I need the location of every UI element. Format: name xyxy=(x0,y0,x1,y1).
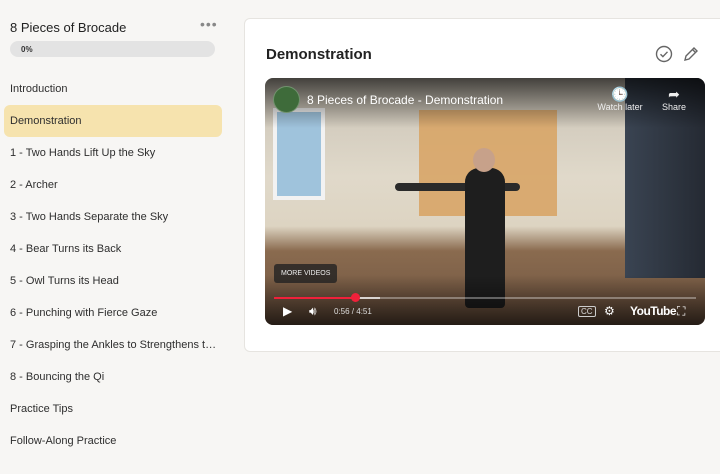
progress-label: 0% xyxy=(21,45,33,54)
played-bar xyxy=(274,297,356,299)
more-videos-button[interactable]: MORE VIDEOS xyxy=(274,264,338,283)
page-title: Demonstration xyxy=(266,46,372,63)
time-display: 0:56 / 4:51 xyxy=(334,307,372,316)
lesson-list: Introduction Demonstration 1 - Two Hands L… xyxy=(4,73,222,457)
course-progress: 0% xyxy=(10,41,215,57)
play-icon[interactable]: ▶ xyxy=(283,304,292,318)
sidebar-item[interactable]: 2 - Archer xyxy=(4,169,222,201)
youtube-logo[interactable]: YouTube xyxy=(630,304,677,318)
gear-icon[interactable]: ⚙ xyxy=(604,304,615,318)
watch-later-button[interactable]: 🕒 Watch later xyxy=(595,86,645,112)
ellipsis-icon[interactable]: ••• xyxy=(200,16,218,32)
sidebar-item[interactable]: Demonstration xyxy=(4,105,222,137)
sidebar-item[interactable]: 7 - Grasping the Ankles to Strengthens t… xyxy=(4,329,222,361)
sidebar-item[interactable]: 5 - Owl Turns its Head xyxy=(4,265,222,297)
lesson-card: Demonstration 8 Pieces of Brocade - Demo… xyxy=(244,18,720,352)
video-scene-head xyxy=(473,148,495,172)
watch-later-label: Watch later xyxy=(597,102,643,112)
share-icon: ➦ xyxy=(668,86,680,102)
check-circle-icon[interactable] xyxy=(655,45,673,63)
clock-icon: 🕒 xyxy=(611,86,629,102)
video-player[interactable]: 8 Pieces of Brocade - Demonstration 🕒 Wat… xyxy=(265,78,705,325)
sidebar-item[interactable]: 6 - Punching with Fierce Gaze xyxy=(4,297,222,329)
share-button[interactable]: ➦ Share xyxy=(655,86,693,112)
course-title: 8 Pieces of Brocade xyxy=(10,20,127,35)
seek-handle[interactable] xyxy=(351,293,361,302)
channel-avatar[interactable] xyxy=(273,86,300,113)
captions-icon[interactable]: CC xyxy=(578,306,596,317)
pencil-icon[interactable] xyxy=(682,45,700,63)
course-sidebar: 8 Pieces of Brocade ••• 0% Introduction D… xyxy=(0,0,232,474)
sidebar-item[interactable]: 3 - Two Hands Separate the Sky xyxy=(4,201,222,233)
sidebar-item[interactable]: Practice Tips xyxy=(4,393,222,425)
video-title[interactable]: 8 Pieces of Brocade - Demonstration xyxy=(307,93,503,107)
sidebar-item[interactable]: 8 - Bouncing the Qi xyxy=(4,361,222,393)
share-label: Share xyxy=(661,102,687,112)
seek-bar[interactable] xyxy=(274,293,696,302)
sidebar-item[interactable]: Introduction xyxy=(4,73,222,105)
fullscreen-icon[interactable]: ⛶ xyxy=(677,304,685,319)
sidebar-item[interactable]: 1 - Two Hands Lift Up the Sky xyxy=(4,137,222,169)
sidebar-item[interactable]: 4 - Bear Turns its Back xyxy=(4,233,222,265)
volume-icon[interactable]: 🔊︎ xyxy=(309,304,317,319)
sidebar-item[interactable]: Follow-Along Practice xyxy=(4,425,222,457)
